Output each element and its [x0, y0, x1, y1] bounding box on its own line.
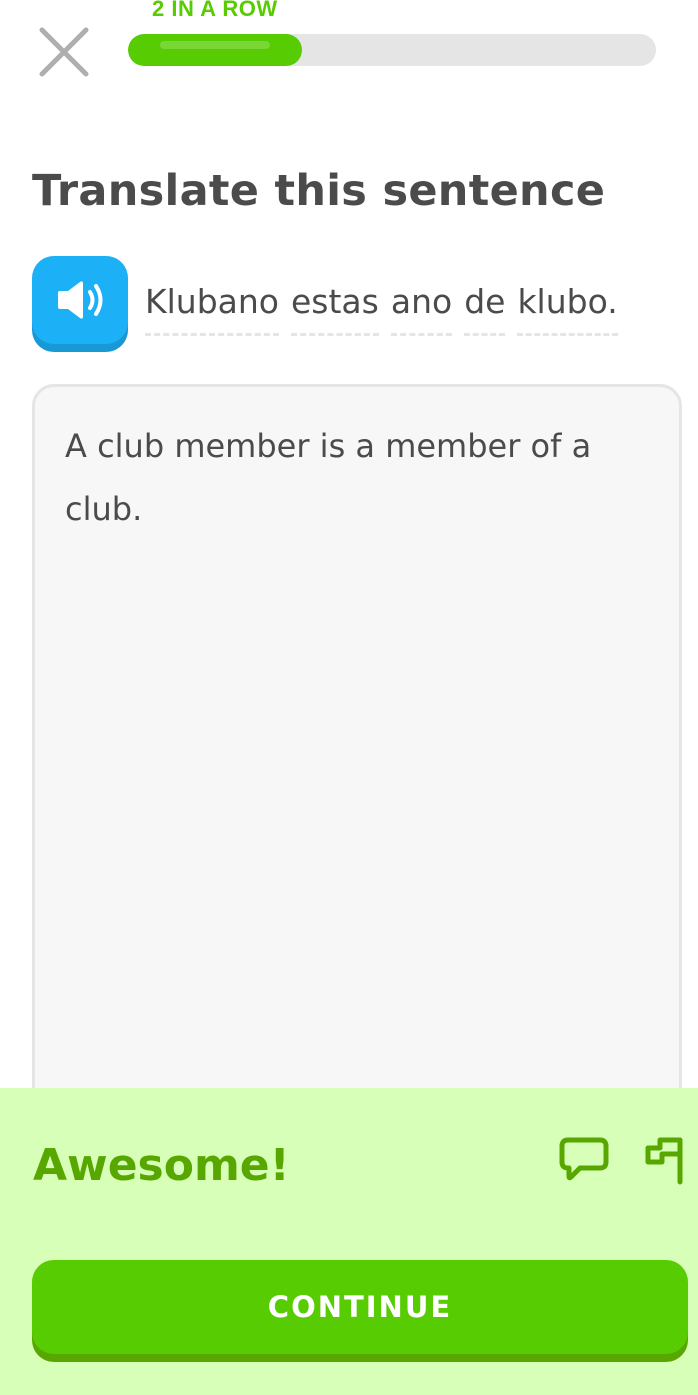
sentence-word[interactable]: ano — [390, 282, 453, 336]
chat-bubble-icon — [559, 1137, 609, 1181]
flag-icon — [645, 1137, 683, 1185]
report-button[interactable] — [638, 1134, 688, 1186]
lesson-progress-bar — [128, 34, 656, 66]
sentence-word[interactable]: estas — [291, 282, 379, 336]
progress-highlight — [160, 41, 270, 49]
source-sentence: Klubano estas ano de klubo. — [145, 282, 618, 336]
continue-button[interactable]: CONTINUE — [32, 1260, 688, 1354]
close-button[interactable] — [36, 24, 92, 80]
speaker-icon — [58, 281, 103, 319]
streak-counter: 2 IN A ROW — [152, 0, 278, 21]
answer-textarea[interactable]: A club member is a member of a club. — [32, 384, 682, 1144]
sentence-word[interactable]: Klubano — [145, 282, 279, 336]
close-icon — [39, 27, 89, 77]
feedback-title: Awesome! — [33, 1140, 290, 1191]
sentence-word[interactable]: de — [464, 282, 506, 336]
challenge-prompt: Translate this sentence — [32, 166, 606, 216]
play-audio-button[interactable] — [32, 256, 128, 344]
sentence-word[interactable]: klubo. — [517, 282, 618, 336]
discuss-button[interactable] — [558, 1136, 610, 1184]
lesson-progress-fill — [128, 34, 303, 66]
